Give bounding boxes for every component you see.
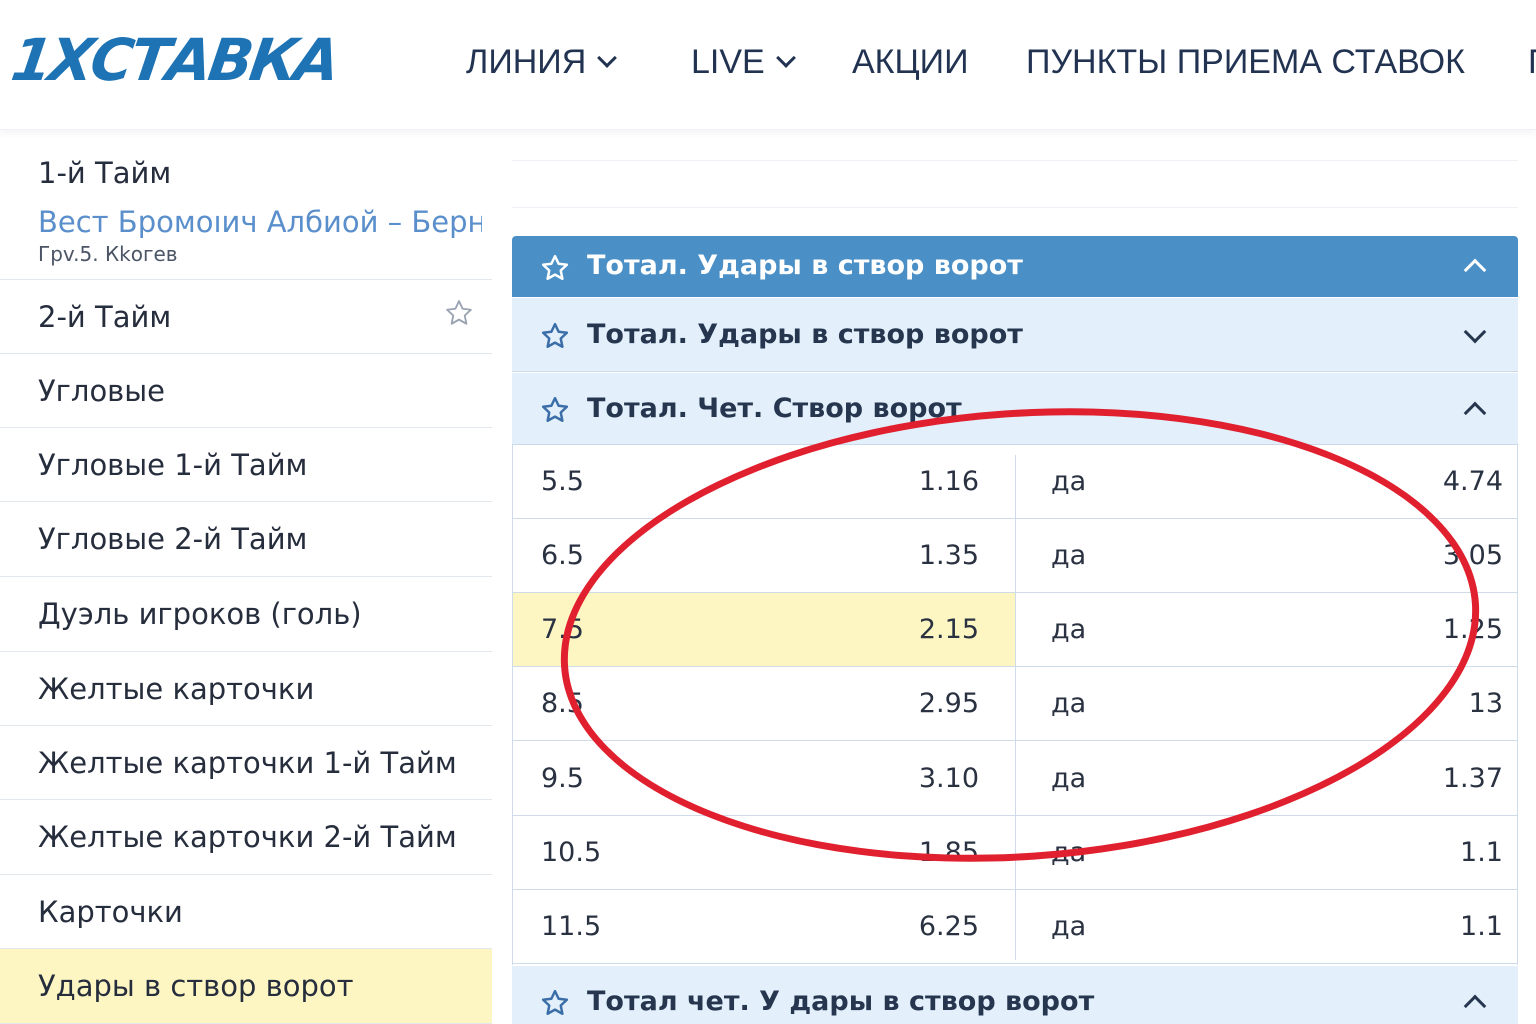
sidebar-item-player-duel[interactable]: Дуэль игроков (голь)	[0, 577, 492, 652]
nav-akcii-label: АКЦИИ	[852, 43, 969, 81]
sidebar-item-label: Угловые 2-й Тайм	[38, 522, 308, 556]
outcome-label: да	[1051, 911, 1087, 942]
sidebar-item-shots-on-target[interactable]: Удары в створ ворот	[0, 949, 492, 1024]
odds-button[interactable]: 4.74	[1443, 466, 1503, 497]
star-icon[interactable]	[540, 395, 570, 425]
odds-button[interactable]: 2.95	[919, 688, 979, 719]
odds-button[interactable]: 1.25	[1443, 614, 1503, 645]
nav-live[interactable]: LIVE	[691, 40, 796, 84]
sidebar: 1-й Тайм Вест Бромоıич Албиой – Берні Гр…	[0, 138, 492, 1024]
odds-button[interactable]: 1.37	[1443, 763, 1503, 794]
match-subtitle: Грv.5. Кkогев	[38, 242, 178, 266]
outcome-label: да	[1051, 688, 1087, 719]
odds-button[interactable]: 3.10	[919, 763, 979, 794]
odds-button[interactable]: 13	[1469, 688, 1503, 719]
market-title: Тотал. Удары в створ ворот	[587, 250, 1023, 281]
brand-logo[interactable]: 1XСТАВКА	[7, 26, 341, 94]
nav-liniya-label: ЛИНИЯ	[466, 43, 587, 81]
star-icon[interactable]	[540, 321, 570, 351]
chevron-down-icon	[775, 48, 796, 68]
sidebar-item-corners-1st[interactable]: Угловые 1-й Тайм	[0, 428, 492, 502]
sidebar-item-label: Угловые 1-й Тайм	[38, 448, 308, 482]
sidebar-item-cards[interactable]: Карточки	[0, 875, 492, 949]
sidebar-item-corners-2nd[interactable]: Угловые 2-й Тайм	[0, 502, 492, 577]
sidebar-item-label: Дуэль игроков (голь)	[38, 597, 362, 631]
nav-akcii[interactable]: АКЦИИ	[852, 40, 969, 84]
outcome-label: да	[1051, 837, 1087, 868]
sidebar-item-label: Желтые карточки 2-й Тайм	[38, 820, 457, 854]
nav-live-label: LIVE	[691, 43, 765, 81]
market-header-sub2[interactable]: Тотал. Чет. Створ ворот	[512, 373, 1518, 445]
odds-button[interactable]: 2.15	[919, 614, 979, 645]
column-divider	[1015, 455, 1016, 960]
total-value: 6.5	[541, 540, 584, 571]
match-title-link[interactable]: Вест Бромоıич Албиой – Берні	[38, 205, 482, 239]
outcome-label: да	[1051, 466, 1087, 497]
odds-button[interactable]: 1.35	[919, 540, 979, 571]
chevron-up-icon[interactable]	[1463, 401, 1487, 425]
sidebar-item-yellow-cards-1st[interactable]: Желтые карточки 1-й Тайм	[0, 726, 492, 800]
odds-button[interactable]: 3.05	[1443, 540, 1503, 571]
odds-button[interactable]: 6.25	[919, 911, 979, 942]
sidebar-item-yellow-cards-2nd[interactable]: Желтые карточки 2-й Тайм	[0, 800, 492, 875]
outcome-label: да	[1051, 540, 1087, 571]
total-value: 7.5	[541, 614, 584, 645]
market-header-primary[interactable]: Тотал. Удары в створ ворот	[512, 236, 1518, 297]
sidebar-item-second-half[interactable]: 2-й Тайм	[0, 280, 492, 354]
star-icon[interactable]	[444, 298, 474, 328]
star-icon[interactable]	[540, 988, 570, 1018]
search-strip	[512, 160, 1518, 208]
outcome-label: да	[1051, 763, 1087, 794]
odds-button[interactable]: 1.1	[1460, 837, 1503, 868]
total-value: 9.5	[541, 763, 584, 794]
sidebar-item-label: 2-й Тайм	[38, 300, 172, 334]
total-value: 11.5	[541, 911, 602, 942]
sidebar-item-corners[interactable]: Угловые	[0, 354, 492, 428]
sidebar-item-label: Карточки	[38, 895, 183, 929]
chevron-down-icon	[597, 48, 618, 68]
market-title: Тотал чет. У дары в створ ворот	[587, 986, 1095, 1017]
odds-table: 5.5 1.16 да 4.74 6.5 1.35 да 3.05 7.5 2.…	[512, 445, 1518, 965]
nav-punkty[interactable]: ПУНКТЫ ПРИЕМА СТАВОК	[1026, 40, 1465, 84]
nav-next-cut[interactable]: П	[1528, 40, 1536, 84]
total-value: 8.5	[541, 688, 584, 719]
sidebar-item-yellow-cards[interactable]: Желтые карточки	[0, 652, 492, 726]
sidebar-item-label: Желтые карточки	[38, 672, 315, 706]
market-title: Тотал. Чет. Створ ворот	[587, 393, 962, 424]
top-header: 1XСТАВКА ЛИНИЯ LIVE АКЦИИ ПУНКТЫ ПРИЕМА …	[0, 0, 1536, 130]
chevron-down-icon[interactable]	[1463, 320, 1487, 344]
sidebar-item-label: Угловые	[38, 374, 166, 408]
sidebar-item-first-half[interactable]: 1-й Тайм Вест Бромоıич Албиой – Берні Гр…	[0, 138, 492, 280]
sidebar-item-label: 1-й Тайм	[38, 156, 172, 190]
odds-button[interactable]: 1.1	[1460, 911, 1503, 942]
outcome-label: да	[1051, 614, 1087, 645]
nav-liniya[interactable]: ЛИНИЯ	[466, 40, 618, 84]
star-icon[interactable]	[540, 253, 570, 283]
sidebar-item-label: Удары в створ ворот	[38, 969, 354, 1003]
total-value: 10.5	[541, 837, 602, 868]
market-header-bottom[interactable]: Тотал чет. У дары в створ ворот	[512, 966, 1518, 1024]
sidebar-item-label: Желтые карточки 1-й Тайм	[38, 746, 457, 780]
nav-punkty-label: ПУНКТЫ ПРИЕМА СТАВОК	[1026, 43, 1465, 81]
chevron-up-icon[interactable]	[1463, 258, 1487, 282]
market-header-sub1[interactable]: Тотал. Удары в створ ворот	[512, 298, 1518, 372]
odds-button[interactable]: 1.16	[919, 466, 979, 497]
total-value: 5.5	[541, 466, 584, 497]
market-title: Тотал. Удары в створ ворот	[587, 319, 1023, 350]
chevron-up-icon[interactable]	[1463, 994, 1487, 1018]
odds-button[interactable]: 1.85	[919, 837, 979, 868]
